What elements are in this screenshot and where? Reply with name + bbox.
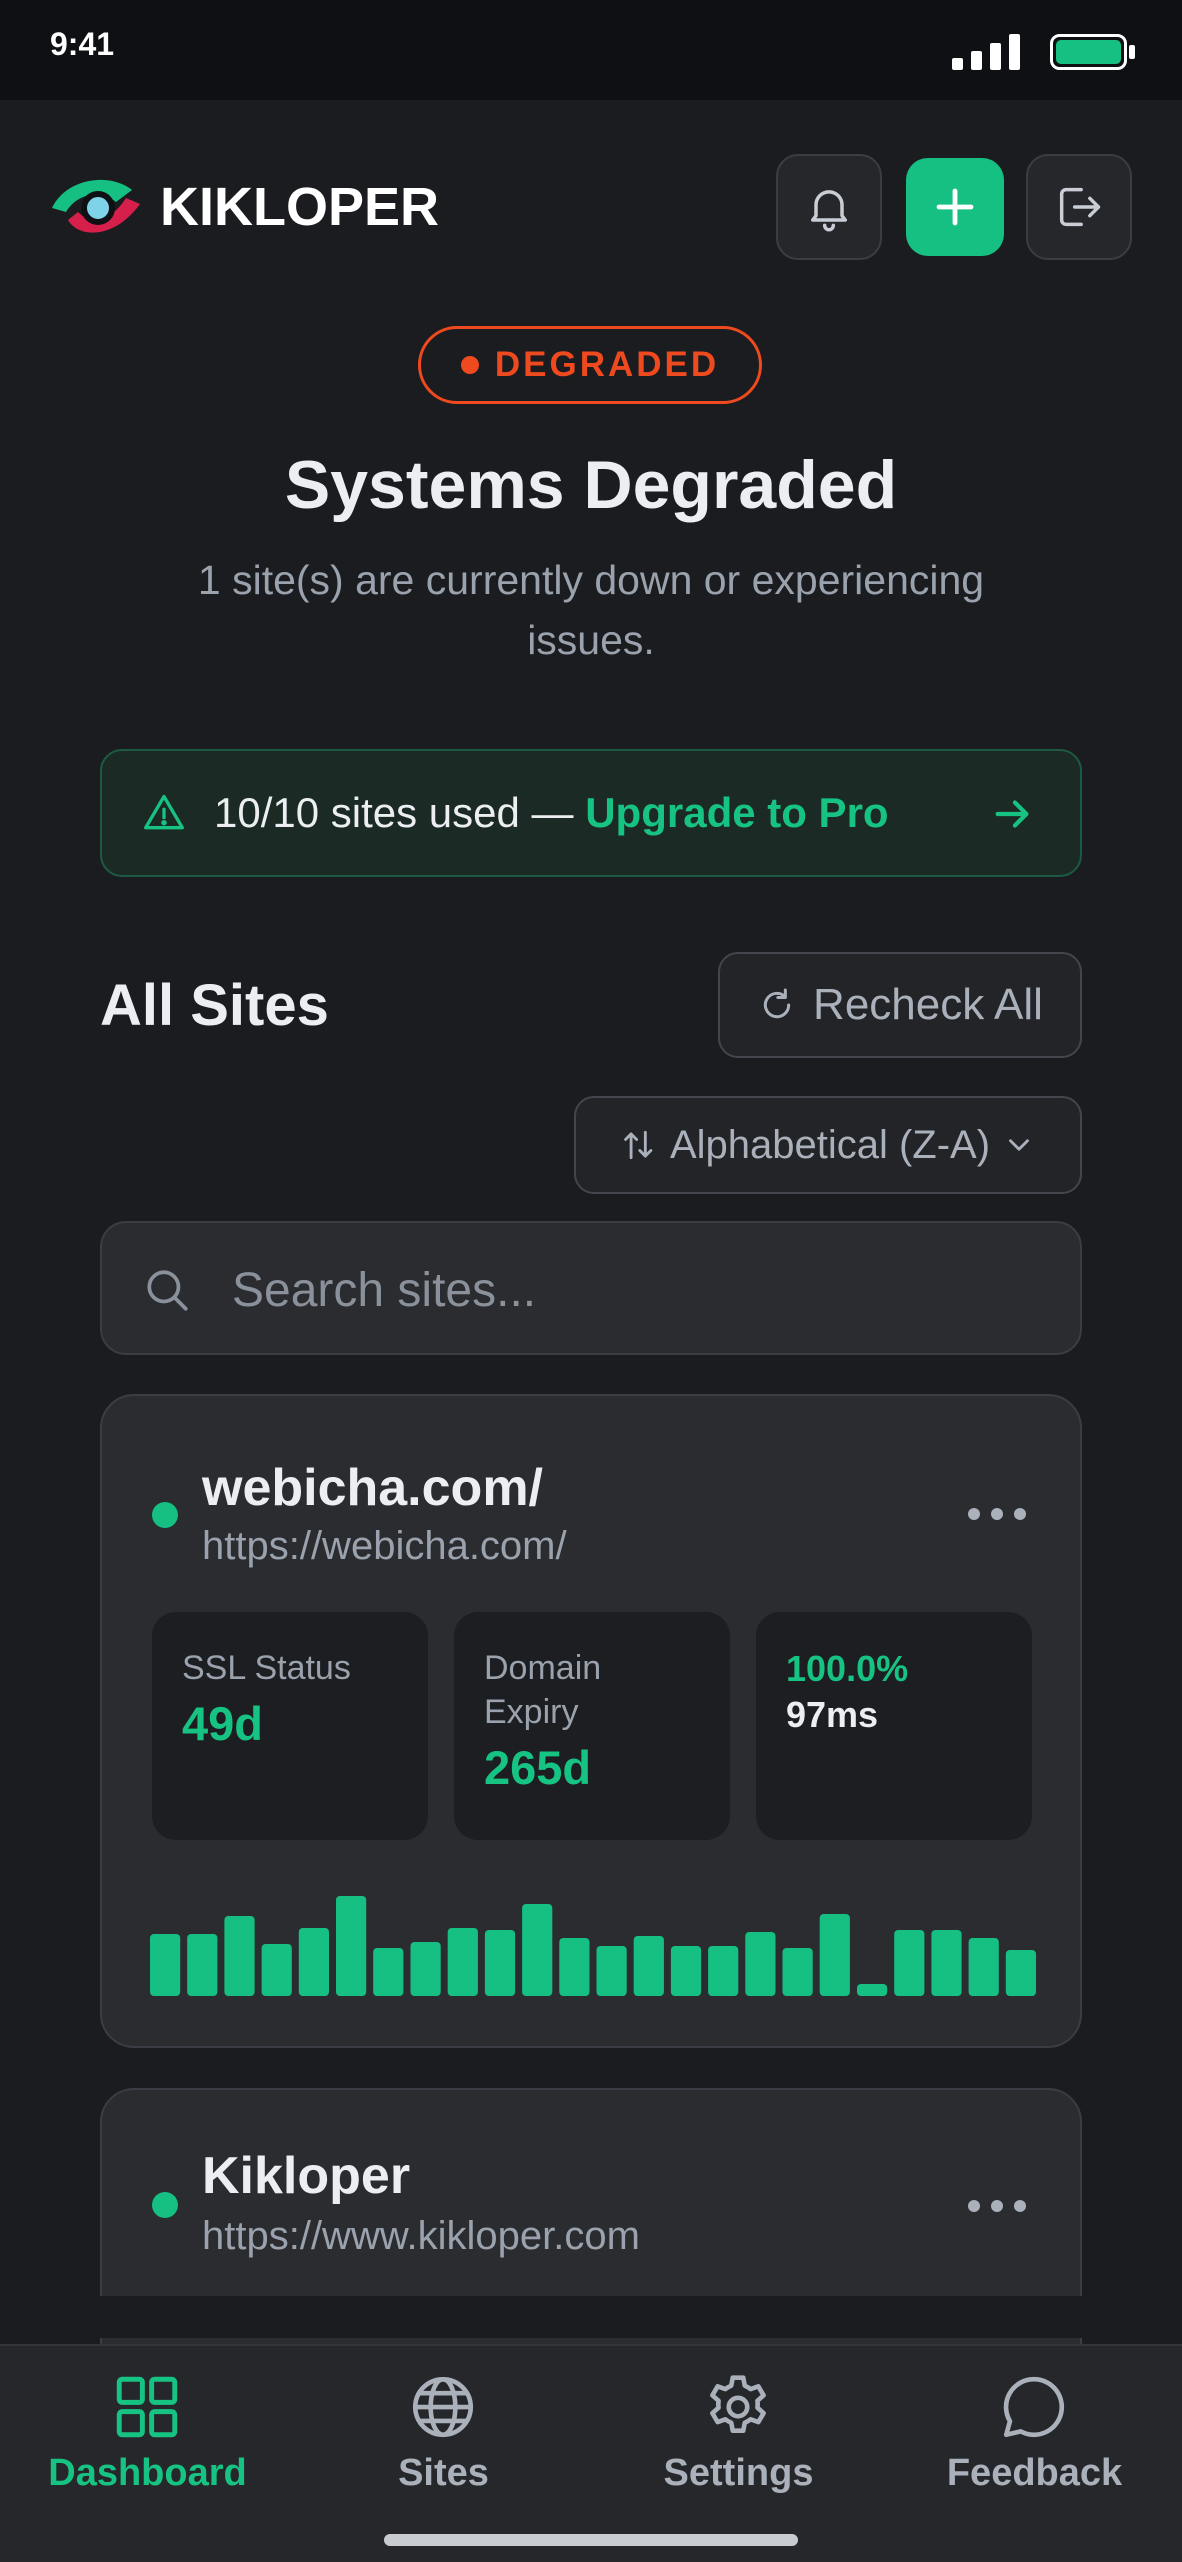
logout-icon <box>1059 187 1101 227</box>
response-time-value: 97ms <box>786 1694 879 1735</box>
site-url: https://www.kikloper.com <box>202 2214 640 2258</box>
usage-text: 10/10 sites used — <box>214 789 586 836</box>
uptime-history-bar <box>336 1896 367 1996</box>
signal-icon <box>952 34 1020 70</box>
recheck-all-button[interactable]: Recheck All <box>718 952 1082 1058</box>
upgrade-link[interactable]: Upgrade to Pro <box>585 789 888 836</box>
uptime-history-bar <box>484 1930 516 1996</box>
uptime-history-bar <box>559 1938 590 1996</box>
gear-icon <box>710 2375 766 2434</box>
uptime-history-bar <box>522 1904 553 1996</box>
uptime-history-bar <box>261 1944 292 1996</box>
uptime-history-bar <box>410 1942 441 1996</box>
uptime-history-chart <box>150 1896 1036 1996</box>
status-badge-label: DEGRADED <box>494 345 720 384</box>
scroll-clip <box>0 2296 1182 2338</box>
sites-section-title: All Sites <box>100 973 329 1038</box>
uptime-history-bar <box>782 1948 813 1996</box>
recheck-all-label: Recheck All <box>813 980 1043 1029</box>
uptime-history-bar <box>1005 1950 1036 1996</box>
status-subtitle: 1 site(s) are currently down or experien… <box>197 557 985 663</box>
uptime-history-bar <box>670 1946 702 1996</box>
sort-dropdown[interactable]: Alphabetical (Z-A) <box>574 1096 1082 1194</box>
uptime-history-bar <box>224 1916 255 1996</box>
ssl-status-label: SSL Status <box>182 1649 351 1687</box>
ssl-status-value: 49d <box>182 1697 263 1750</box>
uptime-stat: 100.0% 97ms <box>756 1612 1032 1840</box>
nav-feedback-label: Feedback <box>946 2452 1123 2494</box>
battery-icon <box>1050 34 1135 70</box>
status-title: Systems Degraded <box>284 447 898 523</box>
nav-sites[interactable]: Sites <box>296 2346 591 2562</box>
nav-settings[interactable]: Settings <box>591 2346 886 2562</box>
search-input[interactable] <box>230 1253 1034 1327</box>
home-indicator <box>384 2534 798 2546</box>
domain-expiry-label: Domain Expiry <box>484 1649 602 1731</box>
add-site-button[interactable] <box>906 158 1004 256</box>
search-icon <box>147 1270 188 1311</box>
uptime-history-bar <box>633 1936 664 1996</box>
usage-message: 10/10 sites used — Upgrade to Pro <box>214 789 889 837</box>
site-name: webicha.com/ <box>202 1459 543 1517</box>
uptime-history-bar <box>819 1914 850 1996</box>
nav-dashboard[interactable]: Dashboard <box>0 2346 295 2562</box>
uptime-history-bar <box>150 1934 181 1996</box>
logout-button[interactable] <box>1026 154 1132 260</box>
uptime-history-bar <box>596 1946 627 1996</box>
domain-expiry-stat: Domain Expiry 265d <box>454 1612 730 1840</box>
globe-icon <box>412 2376 474 2438</box>
refresh-icon <box>763 988 791 1019</box>
more-options-icon[interactable] <box>962 2194 1032 2218</box>
brand-name: KIKLOPER <box>160 177 440 237</box>
notifications-button[interactable] <box>776 154 882 260</box>
uptime-history-bar <box>447 1928 478 1996</box>
uptime-history-bar <box>931 1930 962 1996</box>
kikloper-logo-icon <box>52 179 140 233</box>
domain-expiry-value: 265d <box>484 1741 592 1794</box>
uptime-history-bar <box>187 1934 218 1996</box>
status-time: 9:41 <box>50 26 115 62</box>
arrow-right-icon <box>995 800 1029 828</box>
uptime-history-bar <box>708 1946 739 1996</box>
uptime-history-bar <box>894 1930 925 1996</box>
uptime-history-bar <box>373 1948 404 1996</box>
site-name: Kikloper <box>202 2147 411 2205</box>
status-bar: 9:41 <box>0 0 1182 100</box>
nav-settings-label: Settings <box>663 2452 814 2494</box>
uptime-history-bar <box>745 1932 776 1996</box>
site-status-dot <box>152 1502 178 1528</box>
uptime-history-bar <box>857 1984 888 1996</box>
warning-icon <box>144 794 184 830</box>
status-badge: DEGRADED <box>418 326 762 404</box>
chat-bubble-icon <box>1003 2376 1065 2438</box>
bottom-nav: Dashboard Sites Settings Feedback <box>0 2344 1182 2562</box>
site-url: https://webicha.com/ <box>202 1524 567 1568</box>
sort-label: Alphabetical (Z-A) <box>669 1122 991 1167</box>
more-options-icon[interactable] <box>962 1502 1032 1526</box>
uptime-value: 100.0% <box>786 1648 909 1689</box>
uptime-history-bar <box>968 1938 999 1996</box>
uptime-history-bar <box>298 1928 329 1996</box>
upgrade-banner[interactable]: 10/10 sites used — Upgrade to Pro <box>100 749 1082 877</box>
sort-arrows-icon <box>624 1130 653 1160</box>
plus-icon <box>936 188 974 226</box>
chevron-down-icon <box>1009 1139 1029 1151</box>
nav-feedback[interactable]: Feedback <box>887 2346 1182 2562</box>
nav-dashboard-label: Dashboard <box>48 2452 247 2494</box>
ssl-status-stat: SSL Status 49d <box>152 1612 428 1840</box>
search-box[interactable] <box>100 1221 1082 1355</box>
grid-icon <box>116 2376 178 2438</box>
site-card[interactable]: webicha.com/ https://webicha.com/ SSL St… <box>100 1394 1082 2048</box>
nav-sites-label: Sites <box>398 2452 489 2494</box>
bell-icon <box>811 190 847 232</box>
site-status-dot <box>152 2192 178 2218</box>
status-dot <box>460 356 479 374</box>
